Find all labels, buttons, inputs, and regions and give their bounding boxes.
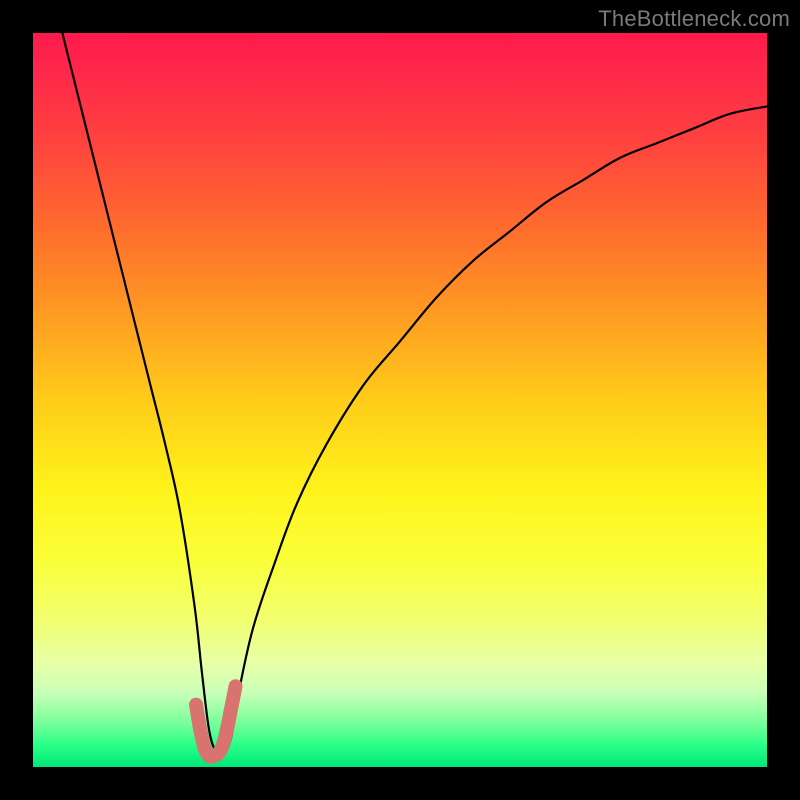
watermark-text: TheBottleneck.com	[598, 6, 790, 32]
plot-area	[33, 33, 767, 767]
bottleneck-curve	[62, 33, 767, 755]
curve-layer	[33, 33, 767, 767]
chart-frame: TheBottleneck.com	[0, 0, 800, 800]
bottom-accent-u	[196, 686, 236, 756]
